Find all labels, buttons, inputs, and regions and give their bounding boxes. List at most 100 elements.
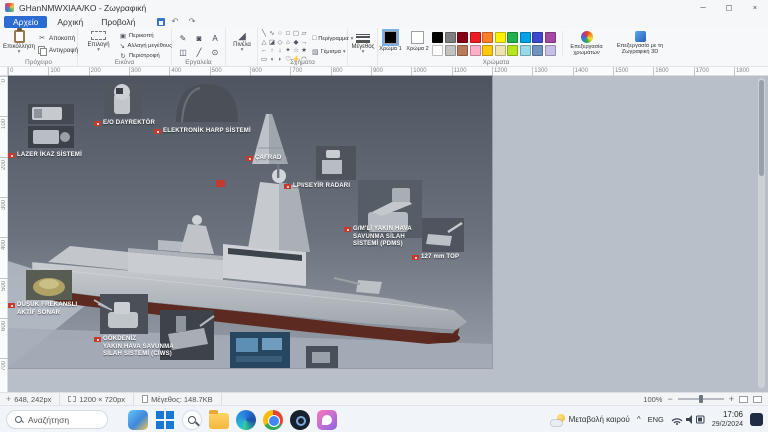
tray-status-icons[interactable]	[671, 414, 705, 425]
shape-rounded-rectangle[interactable]: ▢	[292, 30, 300, 39]
shape-right-arrow[interactable]: →	[300, 39, 308, 48]
magnifier-tool[interactable]: ⊙	[207, 45, 223, 59]
outline-button[interactable]: □ Περίγραμμα ▾	[312, 32, 347, 45]
group-shapes: ╲∿○□▢▱△◪◇⌂◆→←↑↓✦☆★▭◖◗♡⚡◠ □ Περίγραμμα ▾ …	[258, 28, 348, 67]
shape-up-arrow[interactable]: ↑	[268, 47, 276, 56]
pencil-tool[interactable]: ✎	[175, 31, 191, 45]
shape-five-point-star[interactable]: ☆	[292, 47, 300, 56]
fill-button[interactable]: ▨ Γέμισμα ▾	[312, 45, 347, 58]
fit-to-window-icon[interactable]	[739, 396, 748, 403]
taskbar-app-explorer[interactable]	[209, 413, 229, 429]
palette-color[interactable]	[507, 32, 518, 43]
palette-color[interactable]	[532, 45, 543, 56]
color2-selector[interactable]: Χρώμα 2	[405, 31, 430, 53]
palette-color[interactable]	[545, 32, 556, 43]
palette-color[interactable]	[482, 45, 493, 56]
shape-left-arrow[interactable]: ←	[260, 47, 268, 56]
maximize-button[interactable]: ▢	[716, 0, 742, 15]
zoom-slider[interactable]	[678, 398, 724, 400]
tray-expand-icon[interactable]: ^	[637, 415, 641, 424]
weather-widget[interactable]: Μεταβολή καιρού	[551, 414, 630, 426]
shape-polygon[interactable]: ▱	[300, 30, 308, 39]
copy-button[interactable]: Αντιγραφή	[38, 44, 78, 56]
shape-pentagon[interactable]: ⌂	[284, 39, 292, 48]
language-indicator[interactable]: ENG	[648, 415, 664, 424]
brushes-button[interactable]: ◢ Πινέλα ▾	[226, 31, 258, 52]
edit-colors-button[interactable]: Επεξεργασία χρωμάτων	[562, 31, 608, 56]
palette-color[interactable]	[495, 32, 506, 43]
palette-color[interactable]	[457, 32, 468, 43]
vertical-scrollbar[interactable]	[758, 78, 765, 388]
palette-color[interactable]	[520, 45, 531, 56]
close-button[interactable]: ×	[742, 0, 768, 15]
paint3d-button[interactable]: Επεξεργασία με τη Ζωγραφική 3D	[612, 31, 668, 55]
palette-color[interactable]	[432, 32, 443, 43]
taskbar-app-edge[interactable]	[236, 410, 256, 430]
menu-view[interactable]: Προβολή	[93, 16, 143, 28]
shape-hexagon[interactable]: ◆	[292, 39, 300, 48]
shape-right-triangle[interactable]: ◪	[268, 39, 276, 48]
taskbar-app-widgets[interactable]	[128, 410, 148, 430]
ruler-tick: 700	[290, 67, 291, 76]
zoom-in-button[interactable]: +	[729, 395, 734, 404]
palette-color[interactable]	[445, 32, 456, 43]
fill-icon: ▨	[312, 48, 319, 56]
shape-six-point-star[interactable]: ★	[300, 47, 308, 56]
select-button[interactable]: Επιλογή ▾	[80, 31, 117, 52]
palette-color[interactable]	[457, 45, 468, 56]
size-button[interactable]: Μέγεθος ▾	[348, 32, 378, 54]
file-size: Μέγεθος: 148.7KB	[134, 393, 222, 405]
shape-four-point-star[interactable]: ✦	[284, 47, 292, 56]
resize-icon: ↘	[119, 42, 126, 50]
shape-down-arrow[interactable]: ↓	[276, 47, 284, 56]
taskbar-app-chrome[interactable]	[263, 410, 283, 430]
undo-icon[interactable]: ↶	[167, 16, 182, 27]
palette-color[interactable]	[532, 32, 543, 43]
palette-color[interactable]	[482, 32, 493, 43]
palette-color[interactable]	[507, 45, 518, 56]
notification-icon[interactable]	[750, 413, 763, 426]
palette-color[interactable]	[470, 45, 481, 56]
system-tray: Μεταβολή καιρού ^ ENG 17:06 29/2/2024	[551, 406, 763, 432]
ruler-tick: 600	[0, 318, 8, 319]
group-colors: Χρώμα 1 Χρώμα 2 Χρώματα Επεξεργασία χρωμ…	[378, 28, 668, 67]
taskbar-app-start[interactable]	[155, 410, 175, 430]
shape-rectangle[interactable]: □	[284, 30, 292, 39]
palette-color[interactable]	[470, 32, 481, 43]
taskbar-search[interactable]: Αναζήτηση	[6, 410, 108, 429]
palette-color[interactable]	[432, 45, 443, 56]
equipment-label: G/M'Lİ YAKIN HAVASAVUNMA SİLAHSİSTEMİ (P…	[344, 226, 412, 249]
resize-button[interactable]: ↘ Αλλαγή μεγέθους	[119, 41, 172, 51]
menu-home[interactable]: Αρχική	[49, 16, 91, 28]
turkish-flag-icon	[344, 227, 351, 232]
paste-button[interactable]: Επικόλληση ▾	[3, 30, 35, 60]
text-tool[interactable]: A	[207, 31, 223, 45]
color-picker-tool[interactable]: ╱	[191, 45, 207, 59]
fullscreen-icon[interactable]	[753, 396, 762, 403]
palette-color[interactable]	[445, 45, 456, 56]
taskbar-app-search[interactable]	[182, 410, 202, 430]
fill-tool[interactable]: ◙	[191, 31, 207, 45]
cut-button[interactable]: ✂ Αποκοπή	[38, 32, 78, 44]
taskbar-clock[interactable]: 17:06 29/2/2024	[712, 410, 743, 429]
shape-curve[interactable]: ∿	[268, 30, 276, 39]
canvas-image[interactable]: E/O DAYREKTÖRELEKTRONİK HARP SİSTEMİÇAFR…	[8, 76, 492, 368]
shape-line[interactable]: ╲	[260, 30, 268, 39]
zoom-slider-thumb[interactable]	[699, 395, 703, 403]
shape-diamond[interactable]: ◇	[276, 39, 284, 48]
palette-color[interactable]	[495, 45, 506, 56]
crop-button[interactable]: ▣ Περικοπή	[119, 31, 172, 41]
shape-oval[interactable]: ○	[276, 30, 284, 39]
redo-icon[interactable]: ↷	[184, 16, 199, 27]
menu-file[interactable]: Αρχείο	[4, 16, 47, 28]
shape-triangle[interactable]: △	[260, 39, 268, 48]
taskbar-app-paint[interactable]	[317, 410, 337, 430]
zoom-out-button[interactable]: −	[667, 395, 672, 404]
color1-selector[interactable]: Χρώμα 1	[378, 31, 403, 53]
save-icon[interactable]	[157, 18, 165, 26]
taskbar-app-steam[interactable]	[290, 410, 310, 430]
minimize-button[interactable]: ─	[690, 0, 716, 15]
palette-color[interactable]	[545, 45, 556, 56]
palette-color[interactable]	[520, 32, 531, 43]
eraser-tool[interactable]: ◫	[175, 45, 191, 59]
